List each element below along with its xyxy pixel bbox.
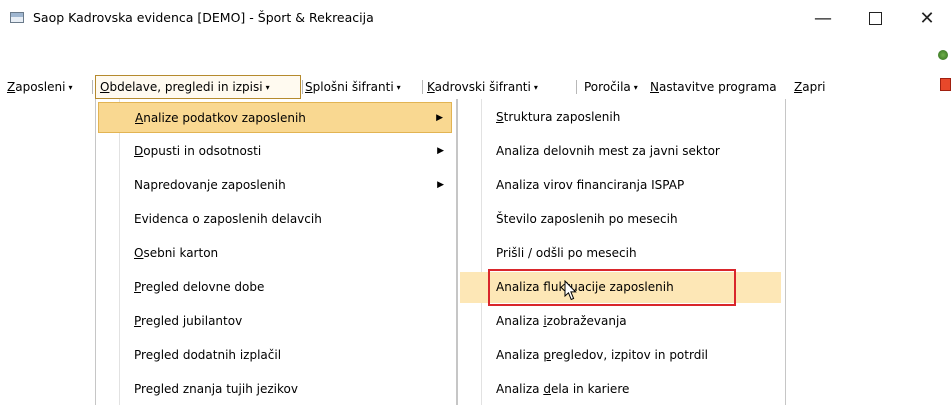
menu-item-analiza-pregledov[interactable]: Analiza pregledov, izpitov in potrdil [460,340,781,371]
menu-separator [92,80,93,94]
menu-item-stevilo-zaposlenih[interactable]: Število zaposlenih po mesecih [460,204,781,235]
menu-item-dodatnih-izplacil[interactable]: Pregled dodatnih izplačil [98,340,452,371]
menu-nastavitve-programa[interactable]: Nastavitve programa [650,75,777,99]
menu-porocila[interactable]: Poročila ▾ [584,75,638,99]
obdelave-dropdown: Analize podatkov zaposlenih ▶ Dopusti in… [95,99,457,405]
menu-splosni-sifranti[interactable]: Splošni šifranti ▾ [305,75,401,99]
app-window-icon [10,12,24,23]
menu-item-dopusti[interactable]: Dopusti in odsotnosti ▶ [98,136,452,167]
menu-item-virov-financiranja[interactable]: Analiza virov financiranja ISPAP [460,170,781,201]
maximize-icon [868,11,882,25]
highlight-callout-box [488,269,736,306]
title-bar: Saop Kadrovska evidenca [DEMO] - Šport &… [0,0,951,36]
chevron-down-icon: ▾ [633,83,638,92]
menu-item-analiza-dela-kariere[interactable]: Analiza dela in kariere [460,374,781,405]
minimize-button[interactable]: — [800,0,846,36]
menu-separator [422,80,423,94]
submenu-arrow-icon: ▶ [437,180,444,190]
chevron-down-icon: ▾ [68,83,73,92]
menu-separator [576,80,577,94]
menu-item-analize-podatkov[interactable]: Analize podatkov zaposlenih ▶ [98,102,452,133]
menu-item-pregled-jubilantov[interactable]: Pregled jubilantov [98,306,452,337]
analize-submenu: Struktura zaposlenih Analiza delovnih me… [457,99,786,405]
menu-item-analiza-izobrazevanja[interactable]: Analiza izobraževanja [460,306,781,337]
mouse-pointer-icon [564,280,577,301]
users-toolbar-icon[interactable] [938,50,948,60]
menu-zaposleni[interactable]: Zaposleni ▾ [7,75,72,99]
menu-zapri[interactable]: Zapri [794,75,825,99]
menu-item-struktura-zaposlenih[interactable]: Struktura zaposlenih [460,102,781,133]
chevron-down-icon: ▾ [396,83,401,92]
close-icon: ✕ [919,7,935,29]
menu-item-evidenca[interactable]: Evidenca o zaposlenih delavcih [98,204,452,235]
menu-bar: Zaposleni ▾ Obdelave, pregledi in izpisi ▾… [0,75,951,99]
menu-item-tujih-jezikov[interactable]: Pregled znanja tujih jezikov [98,374,452,405]
close-button[interactable]: ✕ [904,0,950,36]
submenu-arrow-icon: ▶ [436,113,443,123]
menu-item-delovnih-mest[interactable]: Analiza delovnih mest za javni sektor [460,136,781,167]
menu-kadrovski-sifranti[interactable]: Kadrovski šifranti ▾ [427,75,538,99]
minimize-icon: — [814,7,832,29]
menu-obdelave[interactable]: Obdelave, pregledi in izpisi ▾ [100,75,270,99]
menu-item-prisli-odsli[interactable]: Prišli / odšli po mesecih [460,238,781,269]
menu-item-osebni-karton[interactable]: Osebni karton [98,238,452,269]
window-title: Saop Kadrovska evidenca [DEMO] - Šport &… [33,10,374,25]
maximize-button[interactable] [852,0,898,36]
submenu-arrow-icon: ▶ [437,146,444,156]
chevron-down-icon: ▾ [533,83,538,92]
menu-separator [302,80,303,94]
menu-item-napredovanje[interactable]: Napredovanje zaposlenih ▶ [98,170,452,201]
menu-item-pregled-delovne-dobe[interactable]: Pregled delovne dobe [98,272,452,303]
chevron-down-icon: ▾ [265,83,270,92]
